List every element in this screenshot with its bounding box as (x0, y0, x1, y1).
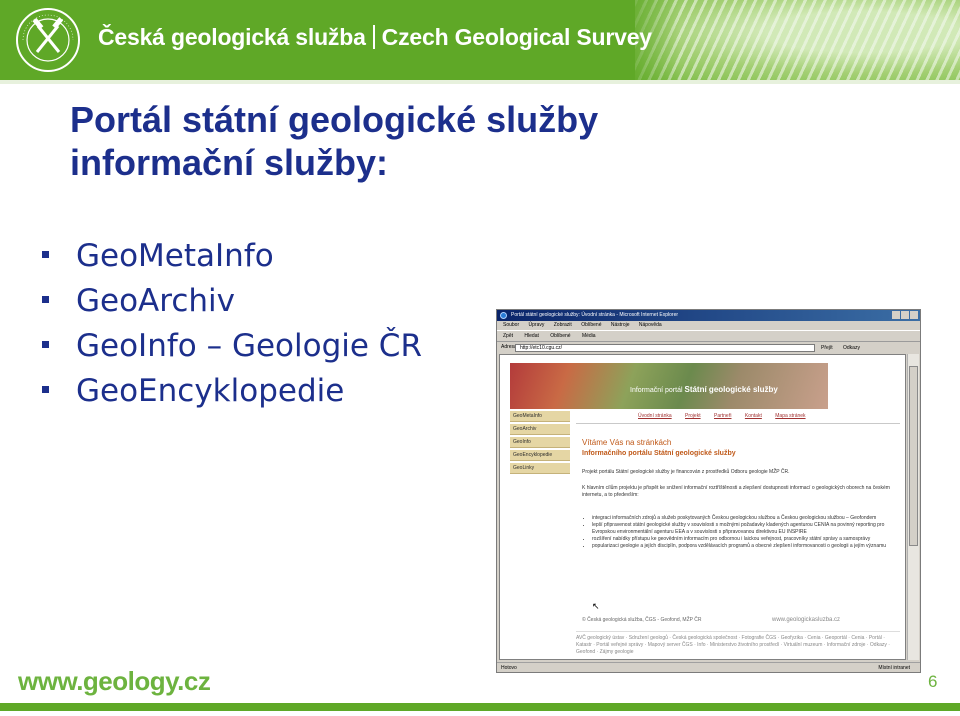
portal-welcome-subtitle: Informačního portálu Státní geologické s… (582, 450, 736, 457)
back-button[interactable]: Zpět (503, 333, 513, 339)
page-number: 6 (928, 672, 938, 691)
browser-scrollbar[interactable] (907, 354, 919, 660)
scrollbar-thumb[interactable] (909, 366, 918, 546)
portal-goals-list: integraci informačních zdrojů a služeb p… (586, 515, 904, 550)
browser-statusbar: Hotovo Místní intranet (497, 662, 920, 672)
menu-item[interactable]: Oblíbené (581, 322, 601, 328)
top-link[interactable]: Partneři (714, 413, 732, 419)
maximize-icon[interactable] (901, 311, 909, 319)
search-button[interactable]: Hledat (524, 333, 538, 339)
favorites-button[interactable]: Oblíbené (550, 333, 570, 339)
mouse-cursor-icon: ↖ (592, 601, 600, 611)
internet-explorer-icon (500, 312, 507, 319)
nav-item-geoinfo[interactable]: GeoInfo (510, 437, 570, 448)
top-link[interactable]: Úvodní stránka (638, 413, 672, 419)
header-underline (0, 80, 960, 84)
goal-item: popularizaci geologie a jejích disciplín… (592, 543, 904, 550)
header-decoration (635, 0, 960, 80)
portal-welcome: Vítáme Vás na stránkách (582, 438, 672, 447)
goal-item: lepší připravenost státní geologické slu… (592, 522, 904, 536)
portal-banner-text: Informační portál Státní geologické služ… (630, 385, 778, 394)
goal-item: integraci informačních zdrojů a služeb p… (592, 515, 904, 522)
browser-menubar: Soubor Úpravy Zobrazit Oblíbené Nástroje… (497, 321, 920, 330)
portal-top-links: Úvodní stránka Projekt Partneři Kontakt … (638, 413, 818, 419)
organization-name: Česká geologická služba Czech Geological … (98, 24, 652, 51)
browser-titlebar: Portál státní geologické služby: Úvodní … (497, 310, 920, 321)
banner-text-bold: Státní geologické služby (684, 385, 778, 394)
close-icon[interactable] (910, 311, 918, 319)
nav-item-geolinky[interactable]: GeoLinky (510, 463, 570, 474)
portal-paragraph-2: K hlavním cílům projektu je přispět ke s… (582, 485, 890, 498)
menu-item[interactable]: Nástroje (611, 322, 630, 328)
goal-item: rozšíření nabídky přístupu ke geovědním … (592, 536, 904, 543)
links-button[interactable]: Odkazy (843, 343, 860, 354)
service-item: GeoMetaInfo (40, 236, 422, 281)
service-item: GeoArchiv (40, 281, 422, 326)
browser-viewport: Informační portál Státní geologické služ… (499, 354, 906, 660)
status-zone: Místní intranet (878, 665, 910, 671)
portal-left-nav: GeoMetaInfo GeoArchiv GeoInfo GeoEncyklo… (510, 411, 570, 476)
portal-footer-links[interactable]: AVČ geologický ústav · Sdružení geologů … (576, 631, 900, 656)
nav-item-geometainfo[interactable]: GeoMetaInfo (510, 411, 570, 422)
footer-band (0, 703, 960, 711)
address-input[interactable]: http://etc10.cgu.cz/ (515, 344, 815, 352)
menu-item[interactable]: Nápověda (639, 322, 662, 328)
status-text: Hotovo (501, 665, 517, 671)
portal-footer-web[interactable]: www.geologickasluzba.cz (772, 617, 840, 623)
browser-screenshot: Portál státní geologické služby: Úvodní … (496, 309, 921, 673)
service-list: GeoMetaInfo GeoArchiv GeoInfo – Geologie… (40, 236, 422, 416)
nav-item-geoarchiv[interactable]: GeoArchiv (510, 424, 570, 435)
browser-window-title: Portál státní geologické služby: Úvodní … (511, 312, 679, 318)
banner-text-prefix: Informační portál (630, 387, 683, 394)
organization-name-cz: Česká geologická služba (98, 24, 366, 50)
service-item: GeoEncyklopedie (40, 371, 422, 416)
top-link[interactable]: Projekt (685, 413, 701, 419)
minimize-icon[interactable] (892, 311, 900, 319)
portal-divider (576, 423, 900, 424)
menu-item[interactable]: Zobrazit (554, 322, 572, 328)
menu-item[interactable]: Úpravy (529, 322, 545, 328)
menu-item[interactable]: Soubor (503, 322, 519, 328)
title-line-2: informační služby: (70, 142, 389, 183)
portal-paragraph-1: Projekt portálu Státní geologické služby… (582, 469, 790, 475)
portal-footer: © Česká geologická služba, ČGS - Geofond… (582, 617, 882, 623)
name-separator (372, 25, 375, 49)
portal-copyright: © Česká geologická služba, ČGS - Geofond… (582, 617, 702, 623)
service-item: GeoInfo – Geologie ČR (40, 326, 422, 371)
nav-item-geoencyklopedie[interactable]: GeoEncyklopedie (510, 450, 570, 461)
go-button[interactable]: Přejít (821, 343, 833, 354)
browser-addressbar: Adresa http://etc10.cgu.cz/ Přejít Odkaz… (497, 342, 920, 353)
cgs-logo (16, 8, 80, 72)
top-link[interactable]: Kontakt (745, 413, 762, 419)
title-line-1: Portál státní geologické služby (70, 99, 599, 140)
browser-toolbar: Zpět Hledat Oblíbené Média (497, 330, 920, 342)
media-button[interactable]: Média (582, 333, 596, 339)
header-band: Česká geologická služba Czech Geological … (0, 0, 960, 80)
top-link[interactable]: Mapa stránek (775, 413, 805, 419)
slide-title: Portál státní geologické služby informač… (70, 98, 598, 184)
footer-url[interactable]: www.geology.cz (18, 666, 211, 697)
organization-name-en: Czech Geological Survey (381, 24, 652, 50)
